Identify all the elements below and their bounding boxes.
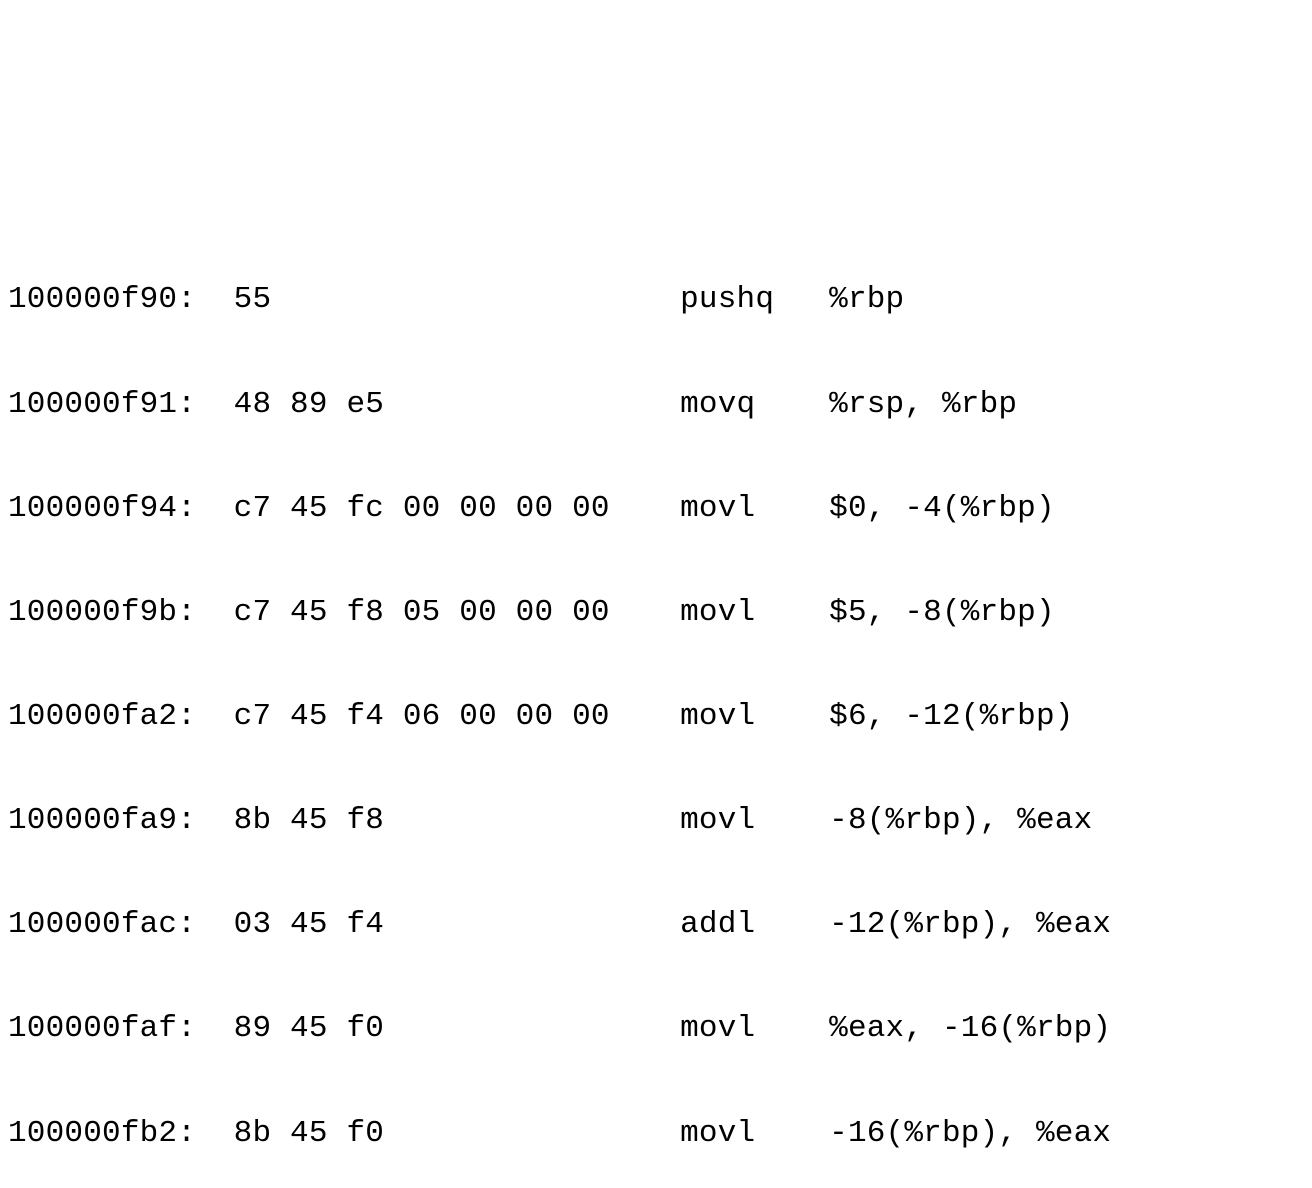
operands: $5, -8(%rbp) [829, 587, 1055, 639]
operands: -16(%rbp), %eax [829, 1108, 1111, 1160]
table-row: 100000f94: c7 45 fc 00 00 00 00movl $0, … [8, 483, 1304, 535]
address: 100000fb2: [8, 1108, 196, 1160]
mnemonic: pushq [680, 274, 810, 326]
address: 100000f94: [8, 483, 196, 535]
mnemonic: movl [680, 795, 810, 847]
table-row: 100000fac: 03 45 f4addl -12(%rbp), %eax [8, 899, 1304, 951]
address: 100000f9b: [8, 587, 196, 639]
operands: $6, -12(%rbp) [829, 691, 1073, 743]
operands: $0, -4(%rbp) [829, 483, 1055, 535]
address: 100000f91: [8, 379, 196, 431]
hex-bytes: c7 45 f4 06 00 00 00 [234, 691, 680, 743]
table-row: 100000f9b: c7 45 f8 05 00 00 00movl $5, … [8, 587, 1304, 639]
table-row: 100000fb2: 8b 45 f0movl -16(%rbp), %eax [8, 1108, 1304, 1160]
table-row: 100000faf: 89 45 f0movl %eax, -16(%rbp) [8, 1003, 1304, 1055]
hex-bytes: 89 45 f0 [234, 1003, 680, 1055]
operands: %rbp [829, 274, 904, 326]
address: 100000fa9: [8, 795, 196, 847]
mnemonic: movl [680, 1003, 810, 1055]
operands: %eax, -16(%rbp) [829, 1003, 1111, 1055]
hex-bytes: 8b 45 f0 [234, 1108, 680, 1160]
table-row: 100000fa2: c7 45 f4 06 00 00 00movl $6, … [8, 691, 1304, 743]
mnemonic: movl [680, 483, 810, 535]
operands: -8(%rbp), %eax [829, 795, 1092, 847]
address: 100000f90: [8, 274, 196, 326]
hex-bytes: c7 45 f8 05 00 00 00 [234, 587, 680, 639]
hex-bytes: 03 45 f4 [234, 899, 680, 951]
mnemonic: movl [680, 587, 810, 639]
hex-bytes: 55 [234, 274, 680, 326]
hex-bytes: 8b 45 f8 [234, 795, 680, 847]
table-row: 100000f91: 48 89 e5movq %rsp, %rbp [8, 379, 1304, 431]
address: 100000fa2: [8, 691, 196, 743]
mnemonic: movl [680, 691, 810, 743]
mnemonic: movq [680, 379, 810, 431]
mnemonic: addl [680, 899, 810, 951]
hex-bytes: 48 89 e5 [234, 379, 680, 431]
hex-bytes: c7 45 fc 00 00 00 00 [234, 483, 680, 535]
operands: %rsp, %rbp [829, 379, 1017, 431]
operands: -12(%rbp), %eax [829, 899, 1111, 951]
address: 100000fac: [8, 899, 196, 951]
address: 100000faf: [8, 1003, 196, 1055]
table-row: 100000fa9: 8b 45 f8movl -8(%rbp), %eax [8, 795, 1304, 847]
mnemonic: movl [680, 1108, 810, 1160]
disassembly-listing: 100000f90: 55pushq %rbp 100000f91: 48 89… [8, 222, 1304, 1188]
table-row: 100000f90: 55pushq %rbp [8, 274, 1304, 326]
